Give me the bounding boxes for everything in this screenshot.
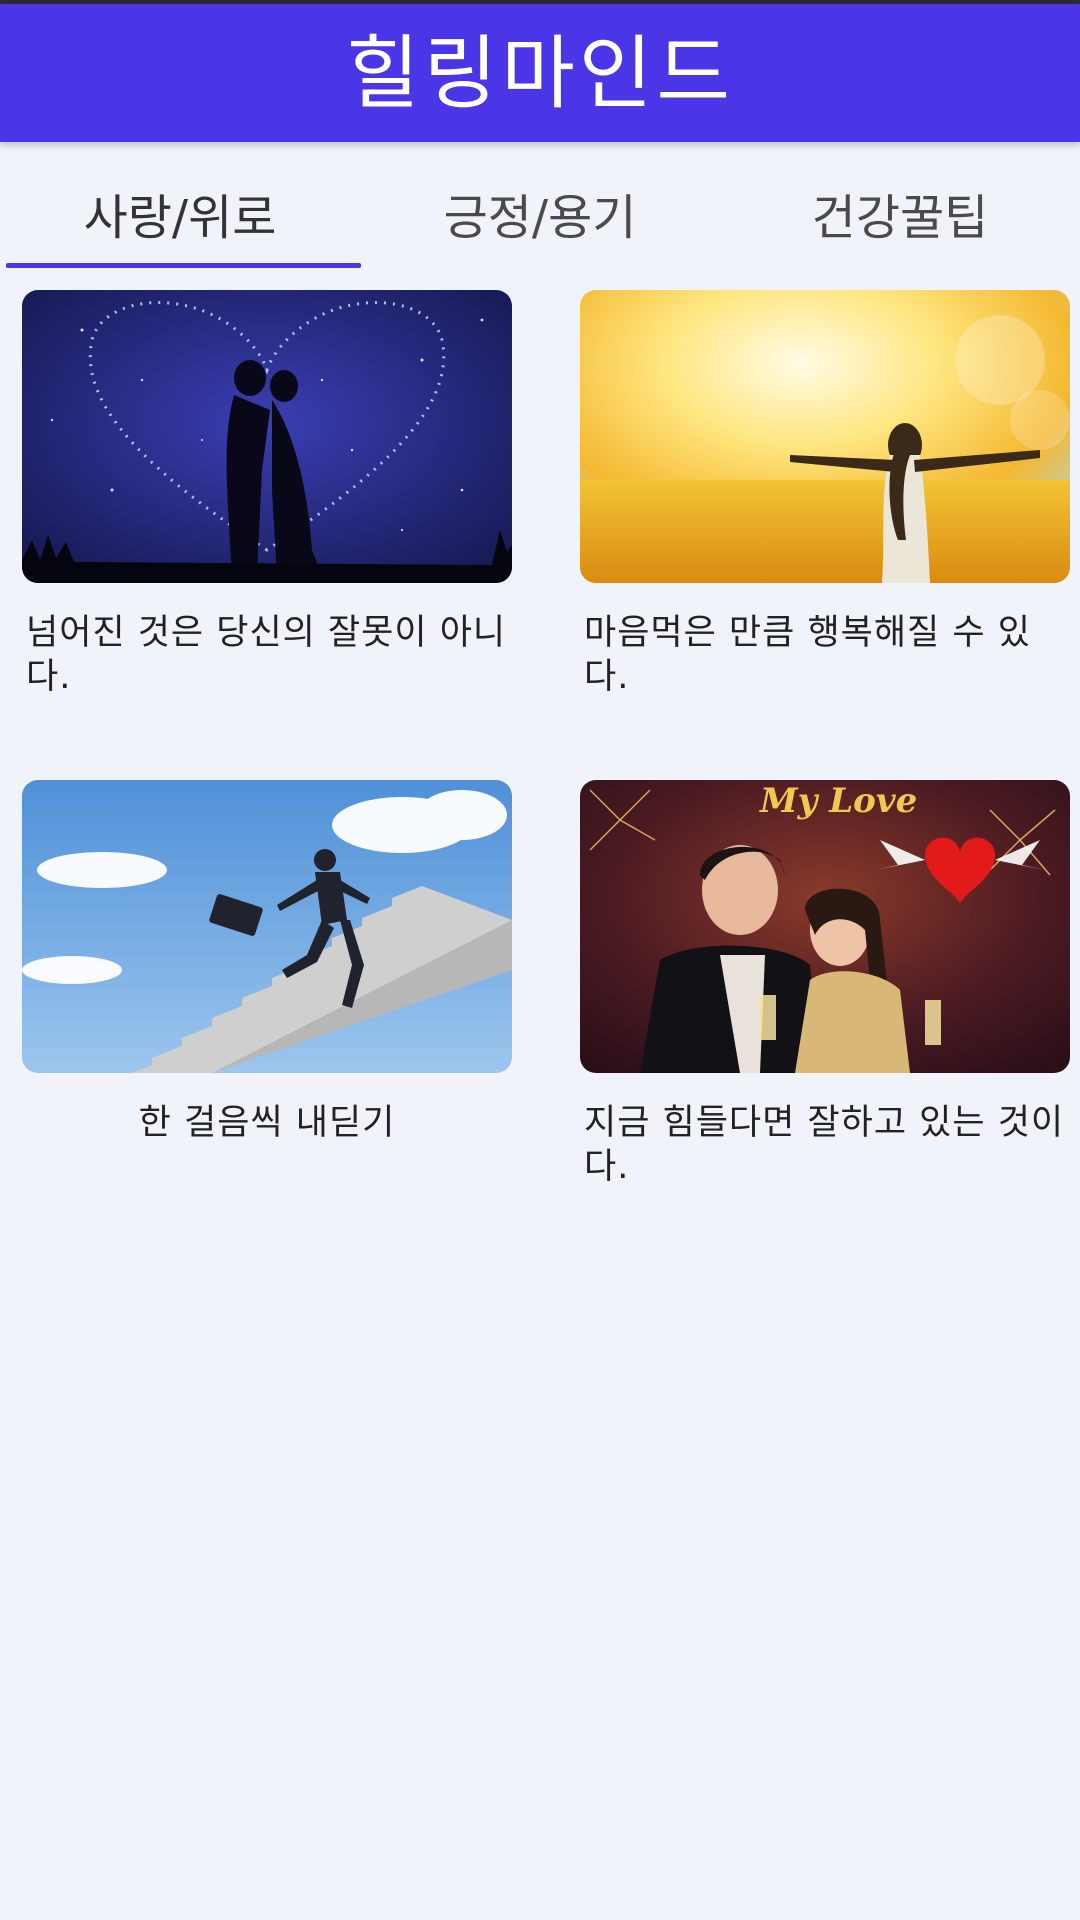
couple-fireworks-my-love-image: My Love xyxy=(580,780,1070,1073)
tab-label: 긍정/용기 xyxy=(443,190,637,246)
tab-positive-courage[interactable]: 긍정/용기 xyxy=(360,160,720,270)
tab-label: 건강꿀팁 xyxy=(811,190,989,246)
couple-silhouette-heart-night-image xyxy=(22,290,512,583)
active-tab-indicator xyxy=(6,263,361,268)
my-love-text: My Love xyxy=(759,781,917,821)
card-caption: 마음먹은 만큼 행복해질 수 있다. xyxy=(584,613,1031,697)
card-caption: 넘어진 것은 당신의 잘못이 아니다. xyxy=(26,613,507,697)
tab-bar: 사랑/위로 긍정/용기 건강꿀팁 xyxy=(0,160,1080,270)
card-caption: 지금 힘들다면 잘하고 있는 것이다. xyxy=(584,1103,1065,1187)
app-title: 힐링마인드 xyxy=(346,27,734,120)
app-bar: 힐링마인드 xyxy=(0,4,1080,142)
card-caption: 한 걸음씩 내딛기 xyxy=(138,1103,396,1143)
tab-label: 사랑/위로 xyxy=(83,190,277,246)
card-item[interactable]: My Love 지금 힘들다면 잘하고 있는 것이다. xyxy=(580,780,1070,1189)
tab-health-tips[interactable]: 건강꿀팁 xyxy=(720,160,1080,270)
card-item[interactable]: 한 걸음씩 내딛기 xyxy=(22,780,512,1145)
businessman-climbing-stairs-sky-image xyxy=(22,780,512,1073)
tab-love-comfort[interactable]: 사랑/위로 xyxy=(0,160,360,270)
card-item[interactable]: 마음먹은 만큼 행복해질 수 있다. xyxy=(580,290,1070,699)
card-item[interactable]: 넘어진 것은 당신의 잘못이 아니다. xyxy=(22,290,512,699)
woman-golden-field-sunlight-image xyxy=(580,290,1070,583)
